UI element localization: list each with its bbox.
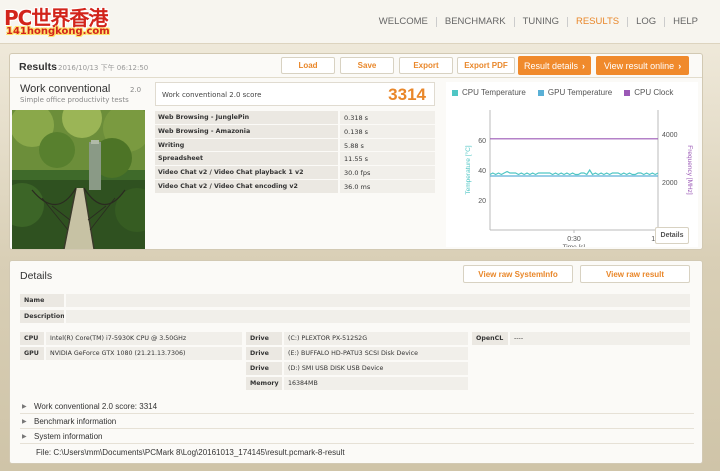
triangle-right-icon: ▶ [22,419,27,425]
drive-value: (E:) BUFFALO HD-PATU3 SCSI Disk Device [284,347,468,360]
description-value [66,310,690,323]
expander-label: Work conventional 2.0 score: 3314 [34,402,158,411]
expander-benchmark-info[interactable]: ▶ Benchmark information [20,415,694,429]
name-label: Name [20,294,64,307]
result-details-label: Result details [523,60,579,71]
name-value [66,294,690,307]
nav-results[interactable]: RESULTS [566,17,627,27]
view-raw-systeminfo-button[interactable]: View raw SystemInfo [463,265,573,283]
results-date: 2016/10/13 下午 06:12:50 [58,64,149,72]
table-row: Web Browsing - JunglePin 0.318 s [155,111,435,125]
table-row: Writing 5.88 s [155,138,435,153]
expander-system-info[interactable]: ▶ System information [20,430,694,444]
score-label: Work conventional 2.0 score [162,91,262,99]
logo-url: 141hongkong.com [6,26,110,37]
expander-label: Benchmark information [34,417,117,426]
row-label: Writing [155,138,338,152]
opencl-label: OpenCL [472,332,508,345]
view-result-online-button[interactable]: View result online › [596,56,689,75]
table-row: Spreadsheet 11.55 s [155,152,435,167]
nav-help[interactable]: HELP [664,17,706,27]
table-row: Web Browsing - Amazonia 0.138 s [155,124,435,139]
row-value: 36.0 ms [340,179,435,193]
y-tick-label: 40 [478,168,486,175]
site-logo: PC世界香港 141hongkong.com [4,2,132,40]
chevron-right-icon: › [678,60,682,71]
chevron-right-icon: › [582,60,586,71]
gpu-label: GPU [20,347,44,360]
result-details-button[interactable]: Result details › [518,56,591,75]
export-pdf-button[interactable]: Export PDF [457,57,515,74]
drive-label: Drive [246,347,282,360]
drive-label: Drive [246,362,282,375]
nav-benchmark[interactable]: BENCHMARK [435,17,514,27]
row-label: Video Chat v2 / Video Chat playback 1 v2 [155,166,338,179]
row-value: 5.88 s [340,138,435,152]
memory-value: 16384MB [284,377,468,390]
top-bar: PC世界香港 141hongkong.com WELCOME BENCHMARK… [0,0,720,44]
row-value: 11.55 s [340,152,435,166]
chart-details-button[interactable]: Details [655,227,689,244]
chart-plot: 604020400020000:301:00Time [s]Temperatur… [464,110,693,247]
drive-label: Drive [246,332,282,345]
results-header: Results 2016/10/13 下午 06:12:50 Load Save… [10,54,702,78]
memory-label: Memory [246,377,282,390]
monitoring-chart: CPU Temperature GPU Temperature CPU Cloc… [446,82,698,247]
cpu-label: CPU [20,332,44,345]
row-label: Spreadsheet [155,152,338,166]
y-tick-label: 20 [478,198,486,205]
x-axis-label: Time [s] [563,244,586,247]
row-value: 0.318 s [340,111,435,124]
x-tick-label: 0:30 [567,236,581,243]
row-value: 30.0 fps [340,166,435,179]
y-tick-label: 2000 [662,180,678,187]
row-label: Video Chat v2 / Video Chat encoding v2 [155,179,338,193]
opencl-value: ---- [510,332,690,345]
cpu-value: Intel(R) Core(TM) i7-5930K CPU @ 3.50GHz [46,332,242,345]
nav-log[interactable]: LOG [627,17,664,27]
test-image [12,110,145,249]
description-label: Description [20,310,64,323]
series-line [489,168,659,176]
view-raw-result-button[interactable]: View raw result [580,265,690,283]
expander-score[interactable]: ▶ Work conventional 2.0 score: 3314 [20,400,694,414]
y-axis-label-left: Temperature [°C] [464,145,472,194]
save-button[interactable]: Save [340,57,394,74]
drive-value: (C:) PLEXTOR PX-512S2G [284,332,468,345]
test-version: 2.0 [130,86,142,94]
export-button[interactable]: Export [399,57,453,74]
details-title: Details [20,270,53,282]
score-box: Work conventional 2.0 score 3314 [155,82,435,106]
result-file-path: File: C:\Users\mm\Documents\PCMark 8\Log… [36,448,345,457]
y-tick-label: 4000 [662,132,678,139]
main-nav: WELCOME BENCHMARK TUNING RESULTS LOG HEL… [371,17,706,27]
table-row: Video Chat v2 / Video Chat encoding v2 36… [155,179,435,194]
y-axis-label-right: Frequency [MHz] [686,145,693,195]
nav-tuning[interactable]: TUNING [513,17,567,27]
row-label: Web Browsing - JunglePin [155,111,338,124]
view-online-label: View result online [603,60,675,71]
table-row: Video Chat v2 / Video Chat playback 1 v2… [155,166,435,180]
row-value: 0.138 s [340,124,435,138]
gpu-value: NVIDIA GeForce GTX 1080 (21.21.13.7306) [46,347,242,360]
triangle-right-icon: ▶ [22,404,27,410]
row-label: Web Browsing - Amazonia [155,124,338,138]
results-title: Results [19,61,57,73]
test-name: Work conventional [20,83,111,95]
rope-bridge-image [12,110,145,249]
expander-label: System information [34,432,103,441]
test-subtitle: Simple office productivity tests [20,96,129,104]
subscore-table: Web Browsing - JunglePin 0.318 s Web Brow… [155,111,435,194]
results-panel: Results 2016/10/13 下午 06:12:50 Load Save… [9,53,703,250]
nav-welcome[interactable]: WELCOME [371,17,436,27]
score-value: 3314 [388,85,426,104]
triangle-right-icon: ▶ [22,434,27,440]
y-tick-label: 60 [478,138,486,145]
drive-value: (D:) SMI USB DISK USB Device [284,362,468,375]
load-button[interactable]: Load [281,57,335,74]
details-panel: Details View raw SystemInfo View raw res… [9,260,703,464]
